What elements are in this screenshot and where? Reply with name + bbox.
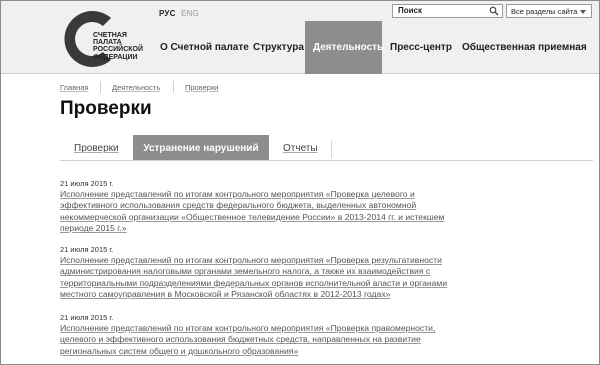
search-icon[interactable] (489, 6, 499, 16)
main-nav: О Счетной палате Структура Деятельность … (1, 21, 599, 74)
list-item: 21 июля 2015 г. Исполнение представлений… (60, 244, 590, 301)
item-date: 21 июля 2015 г. (60, 179, 114, 188)
tab-checks[interactable]: Проверки (74, 135, 119, 161)
item-link[interactable]: Исполнение представлений по итогам контр… (60, 189, 590, 235)
search-input-value: Поиск (398, 6, 423, 15)
item-link-line: местного самоуправления в Московской и Р… (60, 289, 391, 300)
tab-violations-elimination[interactable]: Устранение нарушений (133, 135, 269, 161)
tab-underline (60, 160, 593, 161)
item-link[interactable]: Исполнение представлений по итогам контр… (60, 255, 590, 301)
nav-item-public-reception[interactable]: Общественная приемная (462, 21, 587, 74)
tab-reports[interactable]: Отчеты (283, 135, 318, 161)
item-link-line: Исполнение представлений по итогам контр… (60, 189, 415, 199)
chevron-down-icon (580, 10, 586, 14)
item-link-line: целевого и эффективного использования бю… (60, 334, 421, 345)
breadcrumb-divider (173, 81, 174, 93)
site-header: СЧЕТНАЯ ПАЛАТА РОССИЙСКОЙ ФЕДЕРАЦИИ РУС … (1, 1, 599, 74)
nav-item-press-center[interactable]: Пресс-центр (390, 21, 452, 74)
item-link-line: территориальными подразделениями федерал… (60, 277, 448, 288)
item-link-line: некоммерческой организации «Общественное… (60, 211, 445, 222)
list-item: 21 июля 2015 г. Исполнение представлений… (60, 178, 590, 235)
item-link-line: периоде 2015 г.» (60, 223, 127, 234)
item-date: 21 июля 2015 г. (60, 245, 114, 254)
nav-item-about[interactable]: О Счетной палате (160, 21, 249, 74)
breadcrumb-item-checks[interactable]: Проверки (185, 83, 218, 92)
nav-item-structure[interactable]: Структура (253, 21, 304, 74)
nav-item-activity[interactable]: Деятельность (305, 21, 383, 74)
breadcrumb-divider (100, 81, 101, 93)
tab-divider (331, 140, 332, 158)
section-select-value: Все разделы сайта (511, 7, 578, 16)
item-link-line: Исполнение представлений по итогам контр… (60, 255, 442, 265)
item-link-line: эффективного использования средств федер… (60, 200, 417, 211)
item-link-line: администрирования налоговыми органами зе… (60, 266, 431, 277)
item-link-line: Исполнение представлений по итогам контр… (60, 323, 436, 333)
breadcrumb-item-activity[interactable]: Деятельность (112, 83, 160, 92)
breadcrumb-item-home[interactable]: Главная (60, 83, 89, 92)
item-date: 21 июля 2015 г. (60, 313, 114, 322)
search-input[interactable]: Поиск (392, 4, 503, 18)
list-item: 21 июля 2015 г. Исполнение представлений… (60, 312, 590, 357)
language-en[interactable]: ENG (181, 9, 199, 18)
page-title: Проверки (60, 98, 152, 119)
section-select[interactable]: Все разделы сайта (506, 4, 592, 18)
item-link-line: региональных систем общего и дошкольного… (60, 345, 299, 356)
language-ru[interactable]: РУС (159, 9, 176, 18)
item-link[interactable]: Исполнение представлений по итогам контр… (60, 323, 590, 357)
